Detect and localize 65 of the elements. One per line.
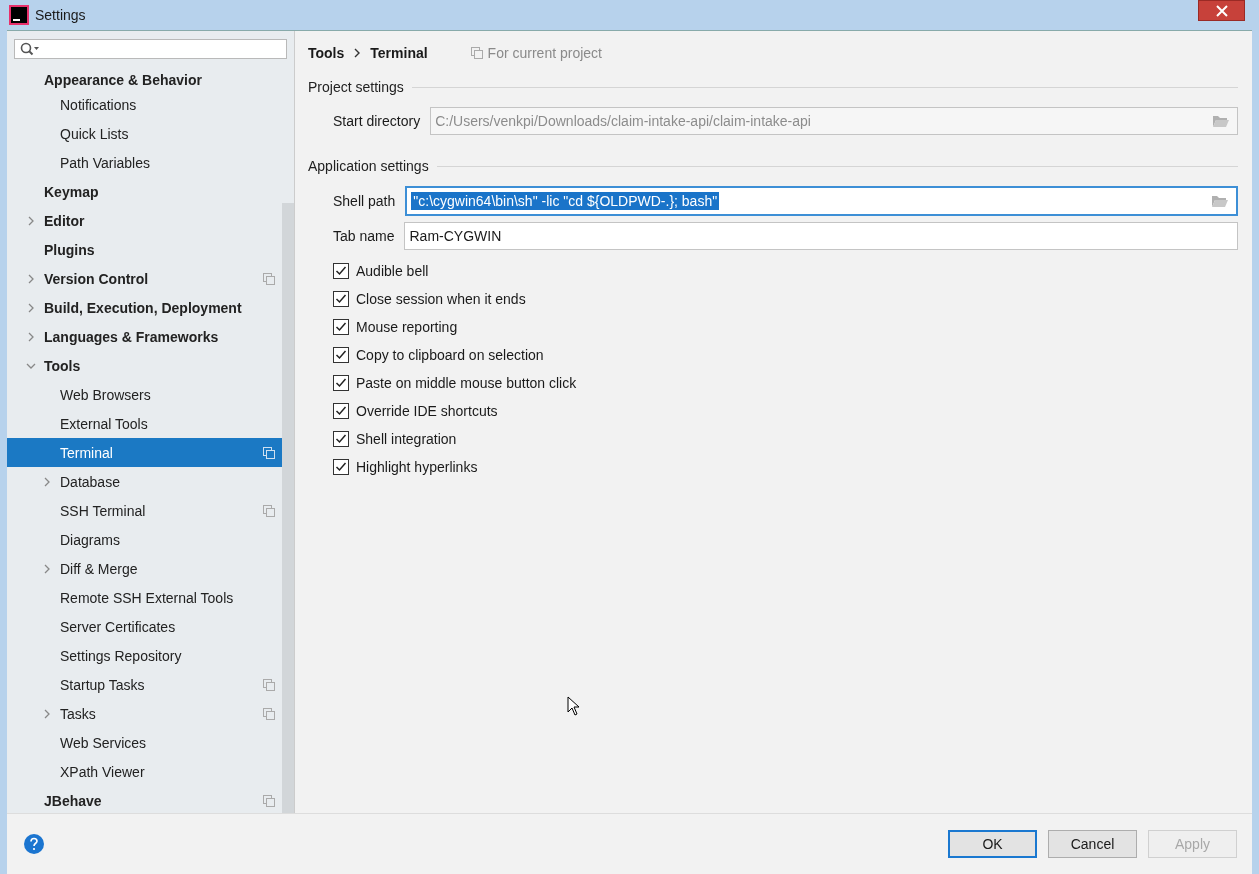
sidebar-item[interactable]: Terminal xyxy=(7,438,282,467)
sidebar-item[interactable]: Tasks xyxy=(7,699,282,728)
sidebar-item[interactable]: Notifications xyxy=(7,90,282,119)
checkbox-label: Audible bell xyxy=(356,263,429,279)
field-label: Tab name xyxy=(333,228,395,244)
sidebar-item[interactable]: Plugins xyxy=(7,235,282,264)
sidebar-item[interactable]: Quick Lists xyxy=(7,119,282,148)
checkbox-label: Copy to clipboard on selection xyxy=(356,347,544,363)
section-heading: Project settings xyxy=(308,79,404,95)
dialog-button[interactable]: Cancel xyxy=(1048,830,1137,858)
sidebar-item[interactable]: Web Browsers xyxy=(7,380,282,409)
checkbox-label: Mouse reporting xyxy=(356,319,458,335)
sidebar-item[interactable]: Startup Tasks xyxy=(7,670,282,699)
app-logo-icon xyxy=(9,5,29,25)
checkbox-label: Highlight hyperlinks xyxy=(356,459,478,475)
checkbox[interactable] xyxy=(333,263,349,279)
copy-icon xyxy=(470,47,483,59)
tab-name-field[interactable]: Ram-CYGWIN xyxy=(404,222,1238,250)
sidebar-item[interactable]: Server Certificates xyxy=(7,612,282,641)
sidebar-item[interactable]: Path Variables xyxy=(7,148,282,177)
sidebar-item[interactable]: Keymap xyxy=(7,177,282,206)
scope-note: For current project xyxy=(487,45,602,61)
sidebar-item[interactable]: Diagrams xyxy=(7,525,282,554)
mouse-cursor-icon xyxy=(567,696,581,716)
checkbox-label: Close session when it ends xyxy=(356,291,526,307)
sidebar-item[interactable]: Build, Execution, Deployment xyxy=(7,293,282,322)
chevron-right-icon xyxy=(353,48,362,58)
sidebar-item[interactable]: Settings Repository xyxy=(7,641,282,670)
checkbox[interactable] xyxy=(333,403,349,419)
checkbox[interactable] xyxy=(333,459,349,475)
sidebar-item[interactable]: Languages & Frameworks xyxy=(7,322,282,351)
sidebar-item[interactable]: External Tools xyxy=(7,409,282,438)
sidebar-item[interactable]: XPath Viewer xyxy=(7,757,282,786)
scrollbar[interactable] xyxy=(282,203,294,813)
search-field[interactable] xyxy=(14,39,287,59)
breadcrumb-item[interactable]: Tools xyxy=(308,45,345,61)
shell-path-field[interactable]: "c:\cygwin64\bin\sh" -lic "cd ${OLDPWD-.}; bash" xyxy=(405,186,1238,216)
checkbox[interactable] xyxy=(333,347,349,363)
sidebar-item[interactable]: Editor xyxy=(7,206,282,235)
breadcrumb-item[interactable]: Terminal xyxy=(370,45,428,61)
sidebar-item[interactable]: SSH Terminal xyxy=(7,496,282,525)
sidebar-item[interactable]: Tools xyxy=(7,351,282,380)
checkbox-label: Paste on middle mouse button click xyxy=(356,375,577,391)
sidebar-item[interactable]: Appearance & Behavior xyxy=(7,70,282,90)
close-button[interactable] xyxy=(1198,0,1245,21)
help-icon[interactable] xyxy=(23,833,45,855)
sidebar-item[interactable]: Diff & Merge xyxy=(7,554,282,583)
checkbox-label: Override IDE shortcuts xyxy=(356,403,498,419)
checkbox[interactable] xyxy=(333,291,349,307)
close-icon xyxy=(1215,4,1228,17)
checkbox-label: Shell integration xyxy=(356,431,457,447)
checkbox[interactable] xyxy=(333,319,349,335)
sidebar-item[interactable]: Version Control xyxy=(7,264,282,293)
sidebar-item[interactable]: Remote SSH External Tools xyxy=(7,583,282,612)
checkbox[interactable] xyxy=(333,375,349,391)
window-title: Settings xyxy=(35,7,86,23)
search-icon xyxy=(20,42,40,56)
dialog-button[interactable]: OK xyxy=(948,830,1037,858)
section-heading: Application settings xyxy=(308,158,429,174)
sidebar-item[interactable]: JBehave xyxy=(7,786,282,815)
sidebar-item[interactable]: Database xyxy=(7,467,282,496)
checkbox[interactable] xyxy=(333,431,349,447)
field-label: Shell path xyxy=(333,193,396,209)
sidebar-item[interactable]: Web Services xyxy=(7,728,282,757)
field-label: Start directory xyxy=(333,113,421,129)
